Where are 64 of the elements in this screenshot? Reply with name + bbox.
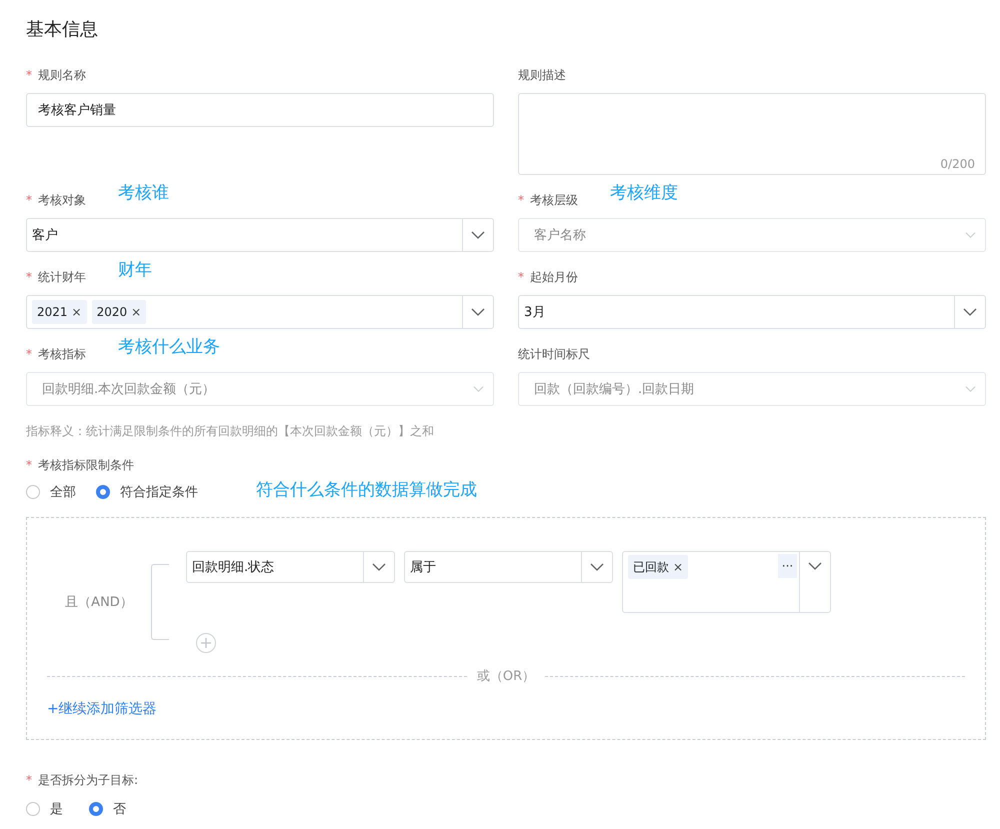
add-condition-icon[interactable] <box>196 633 216 653</box>
select-field[interactable]: 回款明细.状态 <box>186 551 395 583</box>
character-counter: 0/200 <box>940 157 975 171</box>
radio-option[interactable]: 是 <box>26 800 63 818</box>
field-label: 考核指标限制条件 <box>38 457 134 474</box>
select-value: 属于 <box>409 559 437 577</box>
multi-select-field[interactable]: 2021 × 2020 × <box>26 295 494 329</box>
section-title: 基本信息 <box>26 18 99 42</box>
tag-label: 2021 <box>37 305 68 319</box>
required-mark: * <box>26 269 32 286</box>
chevron-down-icon <box>471 231 485 239</box>
select-value: 客户 <box>31 227 59 245</box>
radio-option[interactable]: 符合指定条件 <box>96 483 198 501</box>
select-value: 3月 <box>523 304 546 322</box>
select-value: 回款明细.本次回款金额（元） <box>41 381 216 399</box>
field-label: 统计时间标尺 <box>518 346 590 363</box>
required-mark: * <box>518 269 524 286</box>
field-label: 考核层级 <box>530 192 578 209</box>
remove-tag-button[interactable]: × <box>131 305 142 319</box>
annotation-text: 符合什么条件的数据算做完成 <box>256 480 477 500</box>
tag-label: 2020 <box>96 305 128 319</box>
select-field[interactable]: 3月 <box>518 295 986 329</box>
chevron-down-icon <box>808 562 822 570</box>
annotation-text: 考核谁 <box>118 183 169 203</box>
logic-label: 且（AND） <box>64 594 134 611</box>
select-field[interactable]: 客户 <box>26 218 494 252</box>
annotation-text: 考核什么业务 <box>118 337 220 357</box>
select-field[interactable]: 属于 <box>404 551 613 583</box>
field-label: 统计财年 <box>38 269 86 286</box>
chevron-down-icon <box>472 386 484 392</box>
text-input[interactable]: 考核客户销量 <box>26 93 494 127</box>
required-mark: * <box>26 192 32 209</box>
required-mark: * <box>518 192 524 209</box>
chevron-down-icon <box>372 563 386 571</box>
field-label: 考核指标 <box>38 346 86 363</box>
chevron-down-icon <box>590 563 604 571</box>
tag-label: 已回款 <box>633 558 669 576</box>
chevron-down-icon <box>964 386 976 392</box>
radio-option[interactable]: 否 <box>89 800 126 818</box>
annotation-text: 考核维度 <box>610 183 678 203</box>
field-label: 规则名称 <box>38 67 86 84</box>
remove-tag-button[interactable]: × <box>72 305 82 319</box>
add-filter-link[interactable]: +继续添加筛选器 <box>47 699 157 719</box>
more-button[interactable]: ··· <box>778 554 797 578</box>
multi-select-field[interactable]: 已回款 × ··· <box>622 551 831 613</box>
chevron-down-icon <box>964 232 976 238</box>
select-value: 回款明细.状态 <box>191 559 276 577</box>
required-mark: * <box>26 346 32 363</box>
required-mark: * <box>26 772 32 789</box>
field-label: 考核对象 <box>38 192 86 209</box>
field-label: 是否拆分为子目标: <box>38 772 138 789</box>
radio-option[interactable]: 全部 <box>26 483 76 501</box>
field-label: 起始月份 <box>530 269 578 286</box>
hint-text: 指标释义：统计满足限制条件的所有回款明细的【本次回款金额（元）】之和 <box>26 423 435 440</box>
chevron-down-icon <box>963 308 977 316</box>
logic-label: 或（OR） <box>476 668 536 685</box>
required-mark: * <box>26 67 32 84</box>
field-label: 规则描述 <box>518 67 566 84</box>
remove-tag-button[interactable]: × <box>673 560 684 574</box>
chevron-down-icon <box>471 308 485 316</box>
select-value: 回款（回款编号）.回款日期 <box>533 381 696 399</box>
required-mark: * <box>26 457 32 474</box>
select-value: 客户名称 <box>533 227 587 245</box>
annotation-text: 财年 <box>118 260 152 280</box>
